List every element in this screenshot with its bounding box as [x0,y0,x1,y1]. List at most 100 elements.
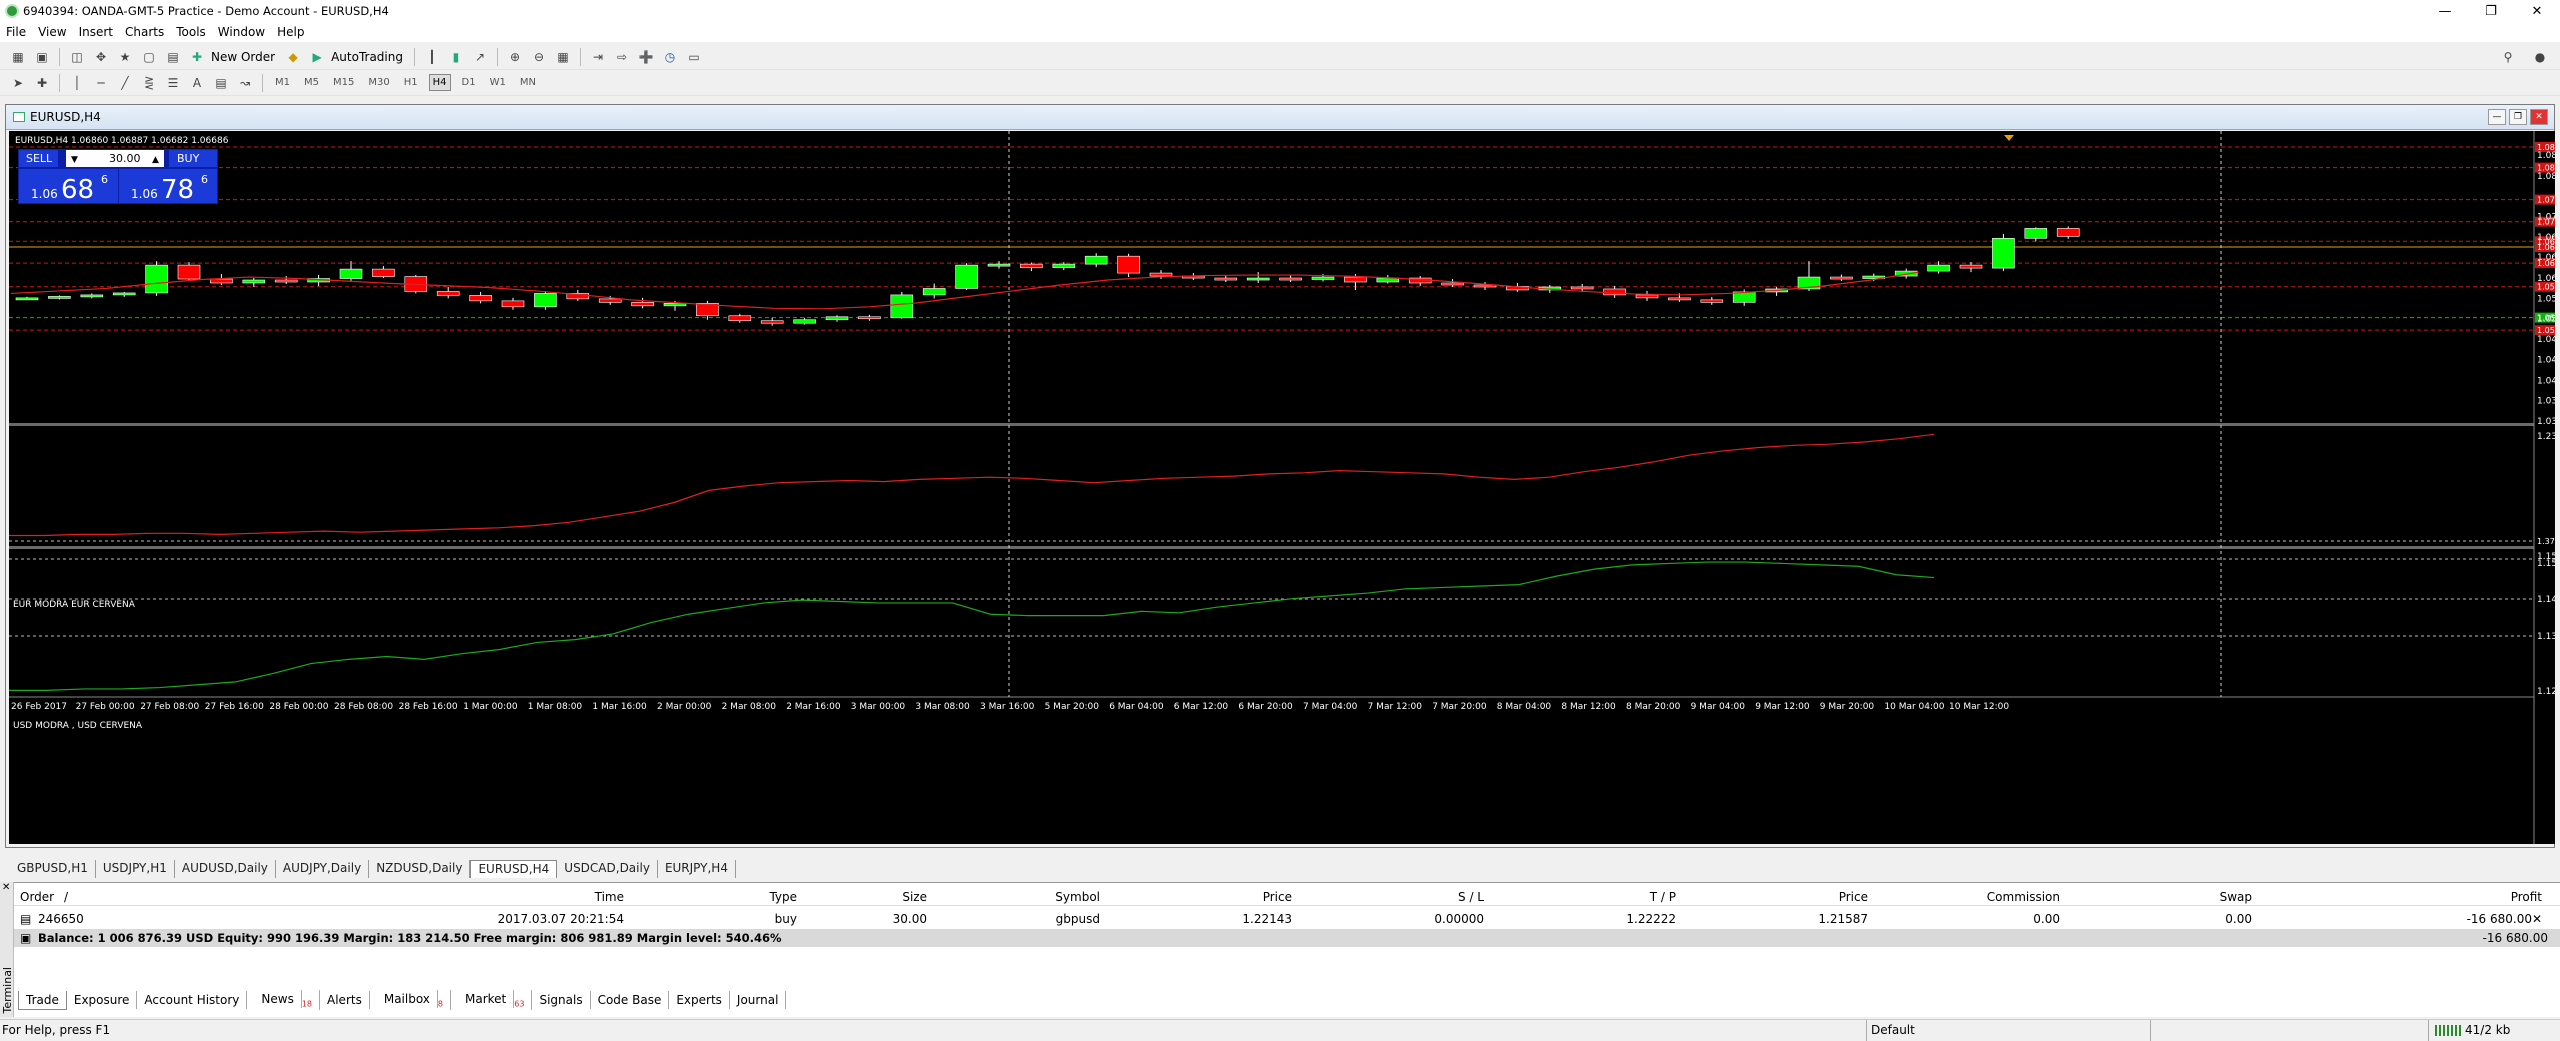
chart-minimize-button[interactable]: — [2488,109,2506,125]
zoom-out-icon[interactable]: ⊖ [529,47,549,67]
periods-icon[interactable]: ◷ [660,47,680,67]
table-row[interactable]: ▤ 246650890 2017.03.07 20:21:54 buy 30.0… [14,910,2560,928]
fibonacci-icon[interactable]: ☰ [163,73,183,93]
new-chart-icon[interactable]: ▦ [8,47,28,67]
search-icon[interactable]: ⚲ [2498,47,2518,67]
close-button[interactable]: ✕ [2514,0,2560,22]
chart-restore-button[interactable]: ❐ [2509,109,2527,125]
bar-chart-icon[interactable]: ┃ [422,47,442,67]
time-scale-label: 2 Mar 08:00 [722,702,777,712]
chart-shift-icon[interactable]: ⇥ [588,47,608,67]
menu-help[interactable]: Help [271,25,310,39]
close-terminal-icon[interactable]: ✕ [2,882,10,893]
menu-view[interactable]: View [32,25,72,39]
close-order-icon[interactable]: ✕ [2532,912,2542,926]
status-profile[interactable]: Default [1866,1019,2026,1041]
col-tp[interactable]: T / P [1484,890,1676,904]
metaeditor-icon[interactable]: ◆ [283,47,303,67]
minimize-button[interactable]: — [2422,0,2468,22]
auto-scroll-icon[interactable]: ⇨ [612,47,632,67]
chart-close-button[interactable]: ✕ [2530,109,2548,125]
menu-file[interactable]: File [0,25,32,39]
timeframe-w1[interactable]: W1 [487,75,509,90]
timeframe-m30[interactable]: M30 [365,75,392,90]
timeframe-d1[interactable]: D1 [459,75,479,90]
menu-insert[interactable]: Insert [73,25,119,39]
indicators-icon[interactable]: ➕ [636,47,656,67]
autotrading-icon[interactable]: ▶ [307,47,327,67]
timeframe-h4[interactable]: H4 [428,74,451,91]
col-price[interactable]: Price [1100,890,1292,904]
equidistant-channel-icon[interactable]: ⋛ [139,73,159,93]
lot-increase-icon[interactable]: ▲ [152,155,159,165]
candlestick-icon[interactable]: ▮ [446,47,466,67]
col-sl[interactable]: S / L [1292,890,1484,904]
new-order-button[interactable]: New Order [211,47,275,67]
tab-signals[interactable]: Signals [532,991,591,1009]
col-profit[interactable]: Profit [2252,890,2542,904]
text-icon[interactable]: A [187,73,207,93]
status-connection[interactable]: 41/2 kb [2428,1019,2510,1041]
tab-experts[interactable]: Experts [669,991,730,1009]
col-symbol[interactable]: Symbol [927,890,1100,904]
tester-icon[interactable]: ▤ [163,47,183,67]
col-type[interactable]: Type [624,890,797,904]
cursor-icon[interactable]: ➤ [8,73,28,93]
price-chart[interactable]: 1.085401.081201.073001.068901.064801.060… [9,131,2555,844]
col-order[interactable]: Order [14,890,64,904]
one-click-panel[interactable]: SELL BUY 30.00 ▼ ▲ 1.06 68 6 1.06 78 6 [18,149,218,205]
symbol-tab[interactable]: AUDJPY,Daily [276,860,370,878]
market-watch-icon[interactable]: ◫ [67,47,87,67]
symbol-tab[interactable]: USDJPY,H1 [96,860,175,878]
col-current-price[interactable]: Price [1676,890,1868,904]
timeframe-h1[interactable]: H1 [401,75,421,90]
col-time[interactable]: Time [84,890,624,904]
horizontal-line-icon[interactable]: ─ [91,73,111,93]
symbol-tab-active[interactable]: EURUSD,H4 [470,860,558,878]
data-window-icon[interactable]: ✥ [91,47,111,67]
terminal-icon[interactable]: ▢ [139,47,159,67]
vertical-line-icon[interactable]: │ [67,73,87,93]
menu-charts[interactable]: Charts [119,25,170,39]
text-label-icon[interactable]: ▤ [211,73,231,93]
menu-window[interactable]: Window [212,25,271,39]
tab-exposure[interactable]: Exposure [67,991,138,1009]
zoom-in-icon[interactable]: ⊕ [505,47,525,67]
tab-news[interactable]: News 18 [247,989,321,1011]
timeframe-m5[interactable]: M5 [301,75,322,90]
tab-market[interactable]: Market 63 [451,989,533,1011]
symbol-tab[interactable]: USDCAD,Daily [557,860,658,878]
autotrading-button[interactable]: AutoTrading [331,47,403,67]
crosshair-icon[interactable]: ✚ [32,73,52,93]
new-order-icon[interactable]: ✚ [187,47,207,67]
restore-button[interactable]: ❐ [2468,0,2514,22]
symbol-tab[interactable]: NZDUSD,Daily [369,860,471,878]
tab-alerts[interactable]: Alerts [320,991,370,1009]
col-size[interactable]: Size [797,890,927,904]
tab-code-base[interactable]: Code Base [591,991,670,1009]
symbol-tab[interactable]: AUDUSD,Daily [175,860,276,878]
profiles-icon[interactable]: ▣ [32,47,52,67]
tile-windows-icon[interactable]: ▦ [553,47,573,67]
signals-icon[interactable]: ● [2530,47,2550,67]
navigator-icon[interactable]: ★ [115,47,135,67]
tab-journal[interactable]: Journal [730,991,787,1009]
symbol-tab[interactable]: GBPUSD,H1 [10,860,96,878]
timeframe-mn[interactable]: MN [517,75,539,90]
tab-account-history[interactable]: Account History [137,991,248,1009]
tab-mailbox[interactable]: Mailbox 8 [370,989,452,1011]
col-swap[interactable]: Swap [2060,890,2252,904]
timeframe-m1[interactable]: M1 [272,75,293,90]
arrows-icon[interactable]: ↝ [235,73,255,93]
trendline-icon[interactable]: ╱ [115,73,135,93]
symbol-tab[interactable]: EURJPY,H4 [658,860,736,878]
menu-tools[interactable]: Tools [170,25,212,39]
lot-decrease-icon[interactable]: ▼ [71,155,78,165]
chart-window-header[interactable]: EURUSD,H4 — ❐ ✕ [6,105,2554,130]
timeframe-m15[interactable]: M15 [330,75,357,90]
templates-icon[interactable]: ▭ [684,47,704,67]
col-sort[interactable]: / [64,890,84,904]
line-chart-icon[interactable]: ↗ [470,47,490,67]
col-commission[interactable]: Commission [1868,890,2060,904]
tab-trade[interactable]: Trade [18,990,67,1010]
